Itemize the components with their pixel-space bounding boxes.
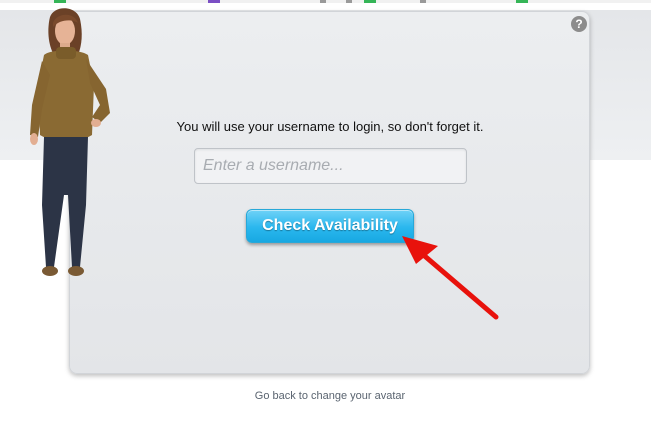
tab-marker-gray-2 [346, 0, 352, 3]
tab-marker-purple [208, 0, 220, 3]
go-back-link[interactable]: Go back to change your avatar [200, 390, 460, 402]
tab-marker-gray [320, 0, 326, 3]
tab-marker-green [54, 0, 66, 3]
help-icon[interactable]: ? [571, 16, 587, 32]
username-input[interactable] [194, 148, 467, 184]
avatar-image [30, 8, 110, 276]
tab-marker-green-2 [364, 0, 376, 3]
tab-marker-green-3 [516, 0, 528, 3]
tab-marker-gray-3 [420, 0, 426, 3]
check-availability-button[interactable]: Check Availability [246, 209, 414, 243]
signup-panel [69, 11, 590, 374]
top-strip [0, 0, 651, 3]
instruction-text: You will use your username to login, so … [176, 119, 484, 134]
